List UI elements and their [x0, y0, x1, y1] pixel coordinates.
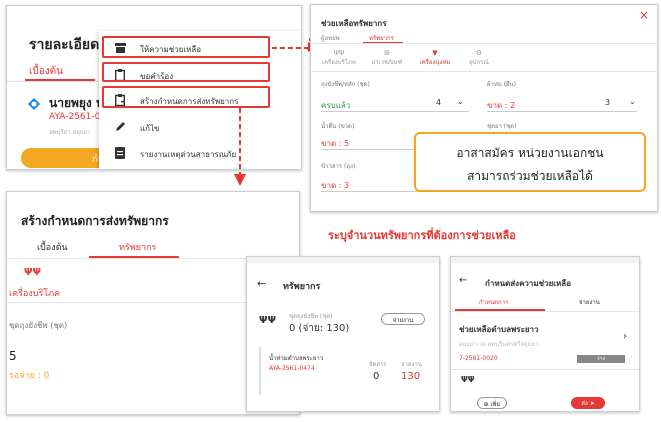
- volunteer-callout: อาสาสมัคร หน่วยงานเอกชน สามารถร่วมช่วยเห…: [414, 132, 646, 192]
- location-sub: ลพบุรีธา อยุธยา: [49, 129, 91, 136]
- fork-knife-icon: ΨΨ: [461, 375, 475, 384]
- field-underline: [321, 111, 469, 112]
- subtab-equipment[interactable]: ⚙ อุปกรณ์: [459, 49, 499, 67]
- panel-d-header-bar: [247, 257, 439, 263]
- tab-basic[interactable]: เบื้องต้น: [37, 240, 68, 254]
- fork-knife-icon: ΨΨ: [333, 49, 345, 57]
- col-assigned-value: 130: [401, 371, 421, 382]
- status-badge-label: ร่าง: [597, 356, 605, 362]
- tab-schedule[interactable]: กำหนดการ: [479, 297, 508, 307]
- menu-item-report[interactable]: รายงานเหตุด่วนสาธารณภัย: [107, 143, 297, 163]
- status-badge: ร่าง: [577, 355, 625, 363]
- schedule-help-panel: ← กำหนดส่งความช่วยเหลือ กำหนดการ จ่ายงาน…: [450, 256, 640, 412]
- highlight-create-schedule: [102, 86, 270, 108]
- item-label: ชุดถุงยังชีพ (ชุด): [289, 313, 333, 320]
- col-assigned-label: จ่ายงาน: [401, 361, 422, 368]
- panel-e-header-bar: [451, 257, 639, 263]
- add-button-label: เพิ่ม: [490, 401, 501, 408]
- schedule-item-sub: อยุธยาเวย ลพบุรีนครศรีอยุธยา: [459, 341, 539, 348]
- case-code: AYA-2561-0: [49, 112, 101, 122]
- field-kit-qty[interactable]: 4: [436, 98, 441, 107]
- col-allocated-label: จัดสรร: [369, 361, 387, 368]
- tab-divider: [7, 81, 107, 82]
- callout-line1: อาสาสมัคร หน่วยงานเอกชน: [456, 146, 604, 160]
- sub-card-code: AYA-2561-0474: [269, 365, 315, 372]
- field-label-medkit: ชุดยา (ชุด): [487, 123, 517, 130]
- tab-evacuees[interactable]: ผู้อพยพ: [321, 33, 340, 43]
- back-arrow-icon[interactable]: ←: [459, 275, 467, 286]
- fork-knife-icon: ΨΨ: [259, 315, 276, 326]
- report-icon: [115, 147, 125, 159]
- subtab-divider: [311, 71, 657, 72]
- kit-pending: รอจ่าย : 0: [9, 371, 50, 381]
- sub-card-title: น้ำท่วมตำบลพระยาว: [269, 355, 324, 362]
- schedule-item-title[interactable]: ช่วยเหลือตำบลพระยาว: [459, 323, 539, 336]
- dashed-arrow-down: [234, 108, 246, 186]
- schedule-item-code: 7-2561-0020: [459, 355, 498, 362]
- field-label-rice: ข้าวสาร (ถุง): [321, 163, 356, 170]
- field-label-kit: ถุงยังชีพ/หลัก (ชุด): [321, 81, 370, 88]
- item-value: 0 (จ่าย: 130): [289, 323, 350, 334]
- col-allocated-value: 0: [373, 371, 380, 382]
- menu-item-report-label: รายงานเหตุด่วนสาธารณภัย: [140, 150, 237, 159]
- subtab-clothing[interactable]: ▼ เครื่องนุ่งห่ม: [413, 49, 457, 67]
- tool-icon: ⚙: [475, 49, 483, 57]
- panel-d-title: ทรัพยากร: [283, 282, 321, 292]
- caption-text: ระบุจำนวนทรัพยากรที่ต้องการช่วยเหลือ: [328, 229, 516, 242]
- close-icon[interactable]: ×: [639, 8, 649, 22]
- tab-assign[interactable]: จ่ายงาน: [579, 297, 600, 307]
- medkit-icon: ⊞: [384, 49, 390, 57]
- field-label-water: น้ำดื่ม (ขวด): [321, 123, 355, 130]
- assign-pill-label: จ่ายงาน: [392, 317, 414, 324]
- modal-title: ช่วยเหลือทรัพยากร: [321, 19, 387, 28]
- person-name: นายพยุง ห: [49, 96, 104, 110]
- field-underline: [487, 111, 637, 112]
- callout-line2: สามารถร่วมช่วยเหลือได้: [467, 169, 593, 183]
- tab-basic[interactable]: เบื้องต้น: [29, 64, 63, 79]
- chevron-down-icon[interactable]: ⌄: [457, 97, 464, 106]
- assign-pill[interactable]: จ่ายงาน: [381, 313, 425, 325]
- back-arrow-icon[interactable]: ←: [257, 277, 266, 290]
- field-blanket-qty[interactable]: 3: [605, 98, 610, 107]
- panel-e-title: กำหนดส่งความช่วยเหลือ: [485, 279, 571, 288]
- pencil-icon: [116, 122, 125, 131]
- field-label-blanket: ผ้าห่ม (ผืน): [487, 81, 517, 88]
- subtab-medicine[interactable]: ⊞ ยาเวชภัณฑ์: [367, 49, 407, 67]
- shirt-icon: ▼: [432, 49, 438, 57]
- tab-divider: [451, 311, 639, 312]
- tab-resources[interactable]: ทรัพยากร: [119, 240, 156, 254]
- resources-panel: ← ทรัพยากร ΨΨ ชุดถุงยังชีพ (ชุด) 0 (จ่าย…: [246, 256, 440, 412]
- item-divider: [451, 369, 639, 370]
- send-button[interactable]: ส่ง ➤: [571, 397, 605, 409]
- chevron-down-icon[interactable]: ⌄: [629, 97, 636, 106]
- page-title: รายละเอียด: [29, 37, 100, 53]
- panel-c-title: สร้างกำหนดการส่งทรัพยากร: [21, 214, 169, 228]
- kit-quantity[interactable]: 5: [9, 349, 17, 363]
- chevron-right-icon[interactable]: ›: [623, 331, 627, 342]
- sub-card[interactable]: น้ำท่วมตำบลพระยาว AYA-2561-0474 จัดสรร จ…: [259, 347, 429, 395]
- field-label-kit: ชุดถุงยังชีพ (ชุด): [9, 321, 68, 330]
- menu-item-edit[interactable]: แก้ไข: [107, 117, 297, 137]
- menu-item-edit-label: แก้ไข: [140, 124, 160, 133]
- location-pin-icon: [27, 96, 41, 115]
- category-consumables[interactable]: เครื่องบริโภค: [9, 286, 60, 300]
- fork-knife-icon: ΨΨ: [24, 267, 41, 278]
- send-button-label: ส่ง: [581, 400, 588, 407]
- add-button[interactable]: ⊕ เพิ่ม: [477, 397, 507, 409]
- subtab-consumables[interactable]: ΨΨ เครื่องบริโภค: [319, 49, 359, 67]
- modal-tab-divider: [311, 43, 657, 44]
- highlight-help: [102, 36, 270, 58]
- highlight-request: [102, 62, 270, 82]
